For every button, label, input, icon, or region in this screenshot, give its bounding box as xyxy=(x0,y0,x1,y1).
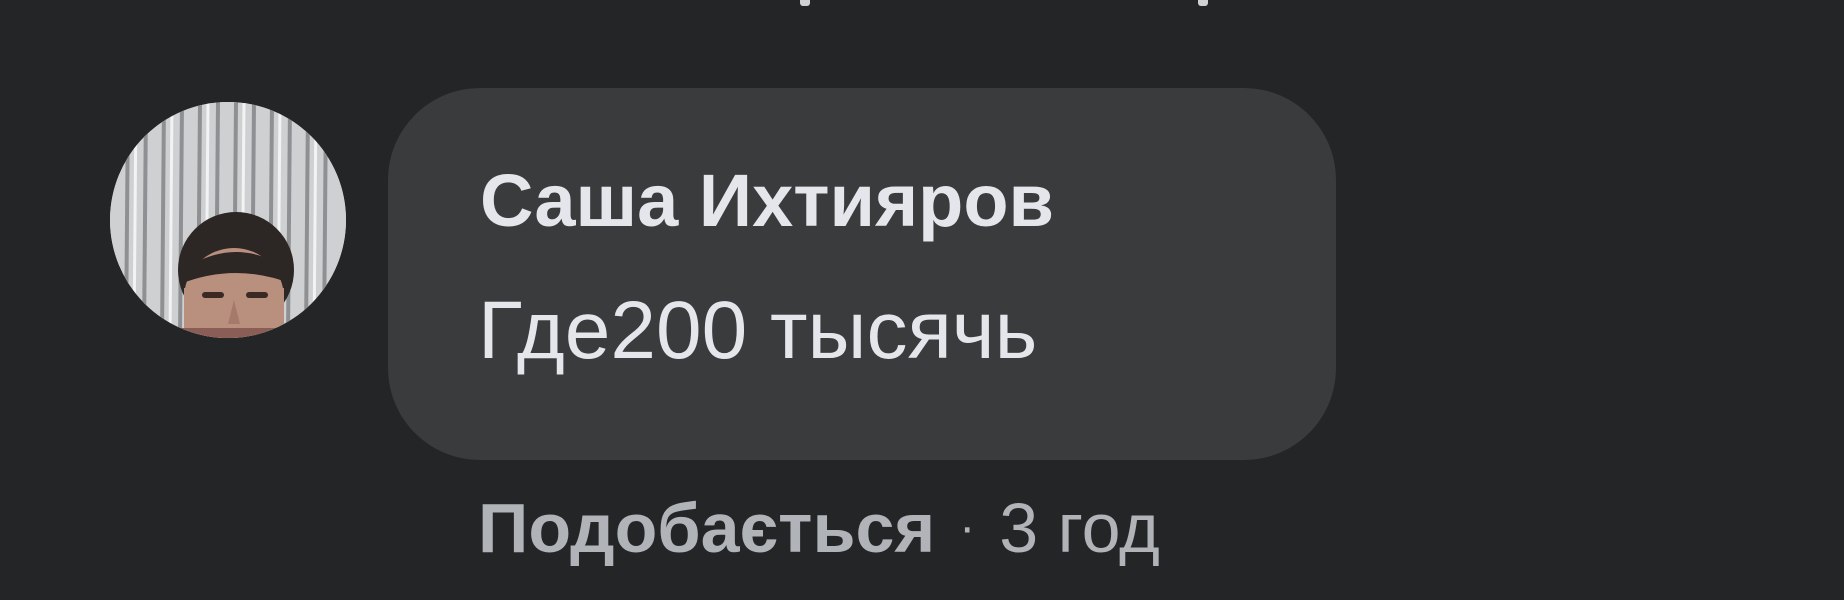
comment-bubble: Саша Ихтияров Где200 тысячь xyxy=(388,88,1336,460)
comment-text: Где200 тысячь xyxy=(478,285,1038,376)
comment: Саша Ихтияров Где200 тысячь Подобається … xyxy=(0,0,1844,600)
like-button[interactable]: Подобається xyxy=(478,493,935,563)
avatar[interactable] xyxy=(110,102,346,338)
comment-actions: Подобається · 3 год xyxy=(478,488,1160,568)
comment-timestamp[interactable]: 3 год xyxy=(999,493,1160,563)
avatar-photo-icon xyxy=(110,102,346,338)
comment-author[interactable]: Саша Ихтияров xyxy=(480,164,1054,238)
separator-dot: · xyxy=(959,501,976,554)
